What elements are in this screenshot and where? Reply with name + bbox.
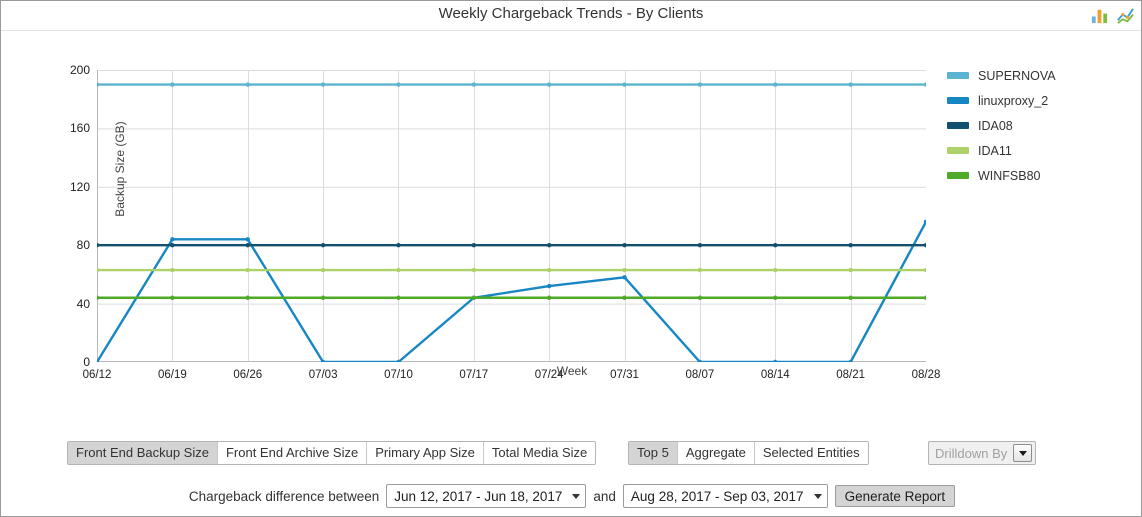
- date-range-end-value: Aug 28, 2017 - Sep 03, 2017: [630, 488, 804, 504]
- x-axis-title: Week: [556, 364, 588, 378]
- line-chart-icon[interactable]: [1116, 6, 1135, 25]
- metric-button-total-media-size[interactable]: Total Media Size: [483, 442, 596, 464]
- scope-button-selected-entities[interactable]: Selected Entities: [754, 442, 868, 464]
- legend-color-swatch: [947, 122, 969, 129]
- scope-button-top-5[interactable]: Top 5: [629, 442, 678, 464]
- date-range-start-value: Jun 12, 2017 - Jun 18, 2017: [394, 488, 563, 504]
- y-axis-tick-label: 80: [76, 238, 90, 253]
- report-controls-row: Chargeback difference between Jun 12, 20…: [1, 483, 1141, 509]
- metric-button-group: Front End Backup Size Front End Archive S…: [67, 441, 597, 465]
- scope-button-aggregate[interactable]: Aggregate: [677, 442, 755, 464]
- page-title: Weekly Chargeback Trends - By Clients: [438, 5, 704, 22]
- metric-button-front-end-backup-size[interactable]: Front End Backup Size: [68, 442, 218, 464]
- legend-item[interactable]: IDA08: [947, 113, 1137, 138]
- y-axis-tick-label: 40: [76, 296, 90, 311]
- legend-item[interactable]: WINFSB80: [947, 163, 1137, 188]
- chevron-down-icon: [813, 493, 822, 499]
- line-chart-plot: [97, 70, 926, 362]
- legend-label: IDA11: [978, 143, 1012, 158]
- y-axis-tick-label: 120: [69, 179, 90, 194]
- chevron-down-icon: [1013, 444, 1033, 462]
- legend-item[interactable]: SUPERNOVA: [947, 63, 1137, 88]
- drilldown-by-label: Drilldown By: [935, 445, 1008, 461]
- legend-label: IDA08: [978, 118, 1013, 133]
- chart-legend: SUPERNOVA linuxproxy_2 IDA08 IDA11 WINFSB80: [947, 63, 1137, 188]
- legend-item[interactable]: linuxproxy_2: [947, 88, 1137, 113]
- legend-color-swatch: [947, 97, 969, 104]
- metric-button-front-end-archive-size[interactable]: Front End Archive Size: [217, 442, 368, 464]
- legend-color-swatch: [947, 147, 969, 154]
- plot-area: Backup Size (GB) 0 40 80 120 160 200 06/12 06/1…: [70, 63, 940, 381]
- date-range-end-select[interactable]: Aug 28, 2017 - Sep 03, 2017: [622, 484, 828, 508]
- chevron-down-icon: [572, 493, 581, 499]
- conjunction-label: and: [593, 488, 616, 504]
- drilldown-by-dropdown[interactable]: Drilldown By: [928, 441, 1037, 465]
- y-axis-tick-label: 160: [69, 121, 90, 136]
- scope-button-group: Top 5 Aggregate Selected Entities: [628, 441, 869, 465]
- metric-button-primary-app-size[interactable]: Primary App Size: [367, 442, 484, 464]
- chargeback-trends-panel: Weekly Chargeback Trends - By Clients Ba…: [0, 0, 1142, 517]
- y-axis-title: Backup Size (GB): [113, 121, 127, 217]
- legend-label: SUPERNOVA: [978, 68, 1056, 83]
- generate-report-button[interactable]: Generate Report: [834, 485, 956, 507]
- legend-label: WINFSB80: [978, 168, 1041, 183]
- controls-row: Front End Backup Size Front End Archive S…: [1, 441, 1141, 465]
- bar-chart-icon[interactable]: [1090, 6, 1109, 25]
- header-icon-group: [1090, 6, 1135, 25]
- legend-item[interactable]: IDA11: [947, 138, 1137, 163]
- legend-color-swatch: [947, 172, 969, 179]
- panel-header: Weekly Chargeback Trends - By Clients: [1, 1, 1141, 31]
- y-axis-tick-label: 200: [69, 63, 90, 77]
- legend-color-swatch: [947, 72, 969, 79]
- legend-label: linuxproxy_2: [978, 93, 1049, 108]
- chargeback-difference-label: Chargeback difference between: [188, 488, 380, 504]
- date-range-start-select[interactable]: Jun 12, 2017 - Jun 18, 2017: [386, 484, 587, 508]
